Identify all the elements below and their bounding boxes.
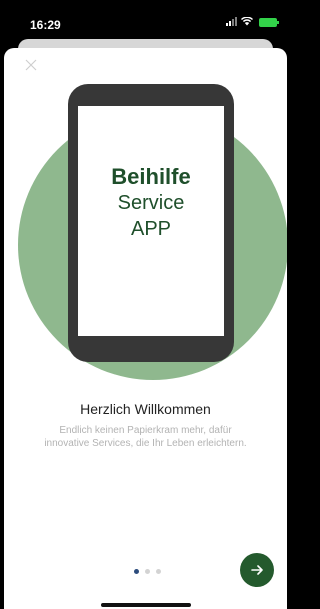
app-name-title: Beihilfe (111, 164, 191, 189)
app-name-line3: APP (130, 218, 172, 240)
status-bar: 16:29 (0, 0, 291, 44)
status-time: 16:29 (30, 18, 61, 32)
onboarding-sheet: Beihilfe Service APP Herzlich Willkommen… (4, 48, 287, 609)
battery-icon (259, 18, 279, 27)
close-icon[interactable] (24, 58, 38, 72)
status-icons (226, 17, 253, 26)
page-dot-1[interactable] (134, 569, 139, 574)
next-button[interactable] (240, 553, 274, 587)
home-indicator (101, 603, 191, 607)
welcome-text: Endlich keinen Papierkram mehr, dafür in… (44, 425, 247, 449)
phone-illustration: Beihilfe Service APP (68, 84, 234, 362)
page-dot-2[interactable] (145, 569, 150, 574)
wifi-icon (241, 17, 253, 26)
arrow-right-icon (251, 565, 263, 575)
app-name-line2: Service (117, 192, 185, 214)
welcome-title: Herzlich Willkommen (80, 401, 211, 417)
page-dot-3[interactable] (156, 569, 161, 574)
page-indicator (134, 569, 161, 574)
phone-screen: Beihilfe Service APP (78, 106, 224, 336)
cellular-signal-icon (226, 17, 237, 26)
